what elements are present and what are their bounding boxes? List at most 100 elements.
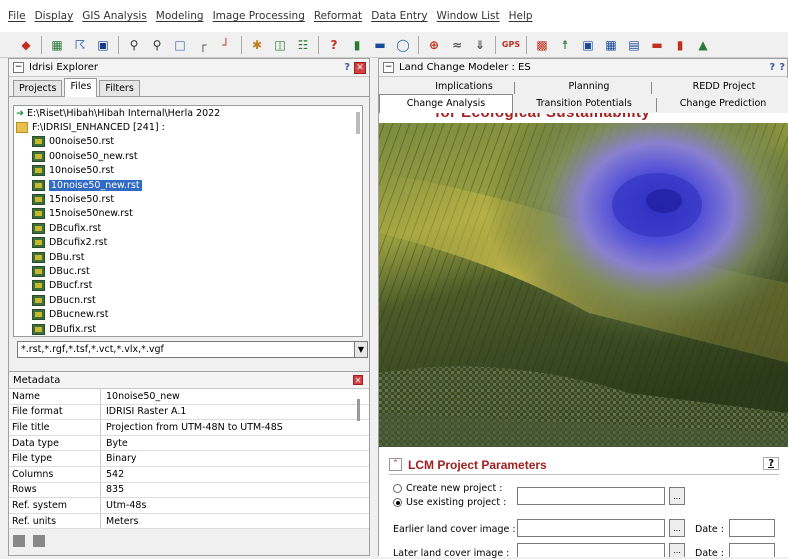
earlier-date-field[interactable] bbox=[729, 519, 775, 537]
image-icon[interactable]: ☨ bbox=[557, 37, 573, 53]
file-list-item[interactable]: DBufix.rst bbox=[14, 322, 362, 336]
file-list-item[interactable]: 00noise50_new.rst bbox=[14, 149, 362, 163]
shortcut-icon[interactable]: ☈ bbox=[72, 37, 88, 53]
flag-icon[interactable]: ≈ bbox=[449, 37, 465, 53]
menu-window-list[interactable]: Window List bbox=[437, 10, 500, 22]
bar-icon[interactable]: ▤ bbox=[626, 37, 642, 53]
file-list-item[interactable]: DBuc.rst bbox=[14, 264, 362, 278]
metadata-value[interactable]: Binary bbox=[101, 451, 369, 466]
minus-icon[interactable]: ▮ bbox=[349, 37, 365, 53]
file-list-item[interactable]: DBcufix2.rst bbox=[14, 236, 362, 250]
project-browse-button[interactable]: ... bbox=[669, 487, 685, 505]
tab-planning[interactable]: Planning bbox=[534, 81, 644, 92]
metadata-value[interactable]: Byte bbox=[101, 436, 369, 451]
polygon-icon[interactable]: ▲ bbox=[695, 37, 711, 53]
layout-icon[interactable]: ◫ bbox=[272, 37, 288, 53]
file-list-item[interactable]: 15noise50new.rst bbox=[14, 207, 362, 221]
metadata-value[interactable]: Meters bbox=[101, 514, 369, 529]
menu-modeling[interactable]: Modeling bbox=[156, 10, 204, 22]
metadata-value[interactable]: Utm-48s bbox=[101, 498, 369, 513]
table-icon[interactable]: ▣ bbox=[580, 37, 596, 53]
minimize-icon[interactable]: − bbox=[383, 62, 394, 73]
legend-icon[interactable]: ▮ bbox=[672, 37, 688, 53]
project-field[interactable] bbox=[517, 487, 665, 505]
circle-icon[interactable]: ▬ bbox=[372, 37, 388, 53]
file-list-item[interactable]: DBucn.rst bbox=[14, 293, 362, 307]
help-icon[interactable]: ? bbox=[779, 62, 785, 73]
tree-path-row[interactable]: ➜ E:\Riset\Hibah\Hibah Internal\Herla 20… bbox=[14, 106, 362, 120]
radio-use-existing-project[interactable]: Use existing project : bbox=[393, 497, 506, 508]
digitize-icon[interactable]: ┘ bbox=[218, 37, 234, 53]
metadata-key: Name bbox=[9, 389, 101, 404]
later-date-field[interactable] bbox=[729, 543, 775, 557]
tab-transition-potentials[interactable]: Transition Potentials bbox=[519, 98, 649, 109]
file-list-item[interactable]: 15noise50.rst bbox=[14, 192, 362, 206]
menu-help[interactable]: Help bbox=[509, 10, 533, 22]
file-list-item[interactable]: 10noise50_new.rst bbox=[14, 178, 362, 192]
grid-icon[interactable]: ✱ bbox=[249, 37, 265, 53]
gps-icon[interactable]: ⇓ bbox=[472, 37, 488, 53]
zoom-out-icon[interactable]: ⚲ bbox=[149, 37, 165, 53]
metadata-value[interactable]: 542 bbox=[101, 467, 369, 482]
grid-view-icon[interactable] bbox=[13, 535, 25, 547]
metadata-value[interactable]: 10noise50_new bbox=[101, 389, 369, 404]
sort-icon[interactable]: ☷ bbox=[295, 37, 311, 53]
close-icon[interactable]: ✕ bbox=[353, 375, 363, 385]
file-filter-select[interactable]: *.rst,*.rgf,*.tsf,*.vct,*.vlx,*.vgf bbox=[17, 341, 355, 358]
earlier-land-cover-field[interactable] bbox=[517, 519, 665, 537]
close-icon[interactable]: ✕ bbox=[354, 61, 366, 74]
axis-icon[interactable]: ▩ bbox=[534, 37, 550, 53]
metadata-scrollbar[interactable] bbox=[357, 399, 360, 421]
metadata-value[interactable]: Projection from UTM-48N to UTM-48S bbox=[101, 420, 369, 435]
file-name: DBucnew.rst bbox=[49, 309, 109, 321]
tab-files[interactable]: Files bbox=[64, 78, 98, 97]
tree-path-row[interactable]: F:\IDRISI_ENHANCED [241] : bbox=[14, 120, 362, 134]
metadata-value[interactable]: IDRISI Raster A.1 bbox=[101, 405, 369, 420]
radio-button[interactable] bbox=[393, 484, 402, 493]
earlier-browse-button[interactable]: ... bbox=[669, 519, 685, 537]
cut-icon[interactable]: ⊕ bbox=[426, 37, 442, 53]
file-list-item[interactable]: DBucf.rst bbox=[14, 279, 362, 293]
metadata-value[interactable]: 835 bbox=[101, 483, 369, 498]
file-list-item[interactable]: 00noise50.rst bbox=[14, 135, 362, 149]
tab-projects[interactable]: Projects bbox=[13, 80, 63, 96]
compose-icon[interactable]: ▦ bbox=[49, 37, 65, 53]
menu-data-entry[interactable]: Data Entry bbox=[371, 10, 427, 22]
palette-icon[interactable]: ▣ bbox=[95, 37, 111, 53]
collapse-chevron-icon[interactable]: ˆ bbox=[389, 458, 402, 471]
menu-display[interactable]: Display bbox=[35, 10, 74, 22]
file-list-item[interactable]: DBcufix.rst bbox=[14, 221, 362, 235]
help-icon[interactable]: ? bbox=[344, 62, 350, 73]
corner-icon[interactable]: ┌ bbox=[195, 37, 211, 53]
tree-scrollbar[interactable] bbox=[356, 112, 360, 134]
later-land-cover-field[interactable] bbox=[517, 543, 665, 557]
menu-image-processing[interactable]: Image Processing bbox=[213, 10, 305, 22]
radio-button[interactable] bbox=[393, 498, 402, 507]
file-list-item[interactable]: 10noise50.rst bbox=[14, 164, 362, 178]
red-bar-icon[interactable]: ▬ bbox=[649, 37, 665, 53]
later-browse-button[interactable]: ... bbox=[669, 543, 685, 557]
window-icon[interactable]: □ bbox=[172, 37, 188, 53]
histogram-icon[interactable]: ▦ bbox=[603, 37, 619, 53]
help-icon[interactable]: ? bbox=[769, 62, 775, 73]
target-icon[interactable]: ◯ bbox=[395, 37, 411, 53]
tab-implications[interactable]: Implications bbox=[409, 81, 519, 92]
minimize-icon[interactable]: − bbox=[13, 62, 24, 73]
chart-bar-icon[interactable]: GPS bbox=[502, 37, 520, 53]
folder-open-icon bbox=[16, 122, 28, 134]
tab-filters[interactable]: Filters bbox=[99, 80, 140, 96]
params-help-button[interactable]: ? bbox=[763, 457, 779, 470]
chart-icon[interactable]: ? bbox=[326, 37, 342, 53]
open-icon[interactable]: ◆ bbox=[18, 37, 34, 53]
menu-gis-analysis[interactable]: GIS Analysis bbox=[82, 10, 147, 22]
menu-reformat[interactable]: Reformat bbox=[314, 10, 362, 22]
tab-change-prediction[interactable]: Change Prediction bbox=[659, 98, 787, 109]
zoom-in-icon[interactable]: ⚲ bbox=[126, 37, 142, 53]
tab-redd-project[interactable]: REDD Project bbox=[664, 81, 784, 92]
list-view-icon[interactable] bbox=[33, 535, 45, 547]
chevron-down-icon[interactable]: ▼ bbox=[354, 341, 368, 358]
radio-create-new-project[interactable]: Create new project : bbox=[393, 483, 502, 494]
file-list-item[interactable]: DBucnew.rst bbox=[14, 307, 362, 321]
file-list-item[interactable]: DBu.rst bbox=[14, 250, 362, 264]
menu-file[interactable]: File bbox=[8, 10, 26, 22]
